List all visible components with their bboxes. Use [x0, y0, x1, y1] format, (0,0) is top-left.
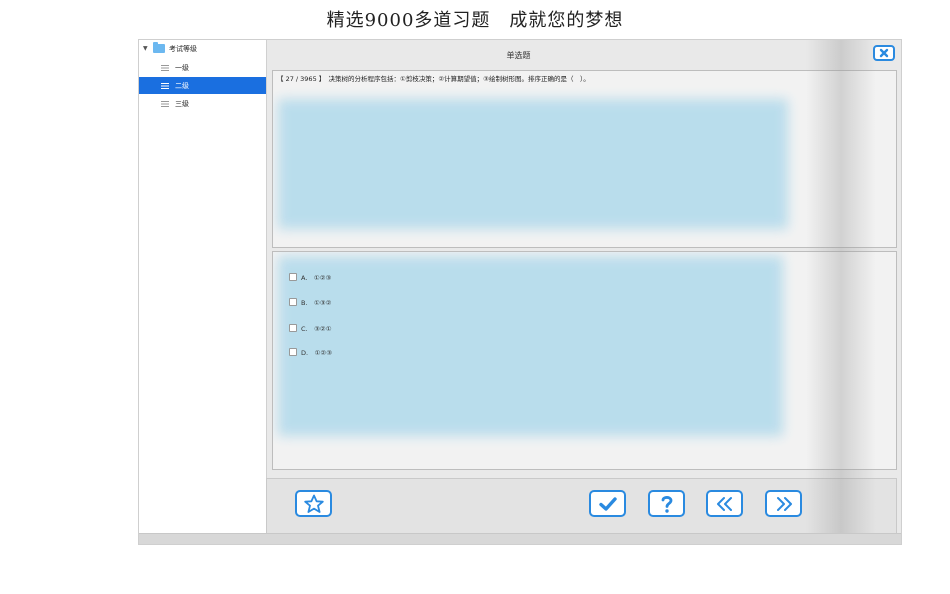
option-d[interactable]: D. ①②③	[289, 347, 332, 357]
sidebar-item-level-2[interactable]: 二级	[139, 77, 266, 94]
submit-answer-button[interactable]	[589, 490, 626, 517]
list-icon	[161, 64, 169, 71]
previous-question-button[interactable]	[706, 490, 743, 517]
checkbox[interactable]	[289, 348, 297, 356]
option-c[interactable]: C. ③②①	[289, 323, 332, 333]
tree-root-label: 考试等级	[169, 44, 197, 53]
blurred-question-area	[278, 99, 788, 229]
folder-icon	[153, 42, 165, 53]
sidebar-item-level-3[interactable]: 三级	[139, 95, 266, 112]
option-label: A. ①②③	[301, 274, 332, 282]
checkbox[interactable]	[289, 298, 297, 306]
option-b[interactable]: B. ①③②	[289, 297, 332, 307]
next-icon	[776, 496, 792, 511]
favorite-button[interactable]	[295, 490, 332, 517]
blurred-options-area	[278, 256, 783, 436]
sidebar-item-label: 一级	[175, 63, 189, 72]
question-icon	[661, 495, 672, 513]
help-button[interactable]	[648, 490, 685, 517]
app-window: ▼ 考试等级 一级 二级 三级 单选题 【 27 / 3965 】 决策树的分析…	[138, 39, 902, 545]
window-bottom-bar	[139, 533, 901, 544]
question-text: 【 27 / 3965 】 决策树的分析程序包括：①剪枝决策；②计算期望值；③绘…	[277, 75, 590, 83]
checkbox[interactable]	[289, 273, 297, 281]
list-icon	[161, 82, 169, 89]
sidebar-item-label: 三级	[175, 99, 189, 108]
bottom-toolbar	[266, 478, 897, 534]
sidebar: ▼ 考试等级 一级 二级 三级	[139, 40, 267, 534]
option-label: D. ①②③	[301, 349, 333, 357]
list-icon	[161, 100, 169, 107]
sidebar-item-level-1[interactable]: 一级	[139, 59, 266, 76]
disclosure-triangle-icon[interactable]: ▼	[143, 45, 153, 52]
option-a[interactable]: A. ①②③	[289, 272, 331, 282]
option-label: B. ①③②	[301, 299, 332, 307]
promo-banner: 精选9000多道习题 成就您的梦想	[326, 10, 624, 31]
check-icon	[598, 496, 617, 511]
main-area: 单选题 【 27 / 3965 】 决策树的分析程序包括：①剪枝决策；②计算期望…	[266, 40, 901, 534]
close-icon	[879, 48, 889, 58]
tree-root-exam-levels[interactable]: ▼ 考试等级	[139, 40, 266, 57]
page-title: 单选题	[506, 51, 531, 60]
question-panel: 【 27 / 3965 】 决策树的分析程序包括：①剪枝决策；②计算期望值；③绘…	[272, 70, 897, 248]
checkbox[interactable]	[289, 324, 297, 332]
options-panel: A. ①②③ B. ①③② C. ③②① D. ①②③	[272, 251, 897, 470]
star-icon	[303, 494, 324, 513]
previous-icon	[716, 496, 732, 511]
sidebar-item-label: 二级	[175, 81, 189, 90]
close-button[interactable]	[873, 45, 895, 61]
next-question-button[interactable]	[765, 490, 802, 517]
option-label: C. ③②①	[301, 325, 332, 333]
